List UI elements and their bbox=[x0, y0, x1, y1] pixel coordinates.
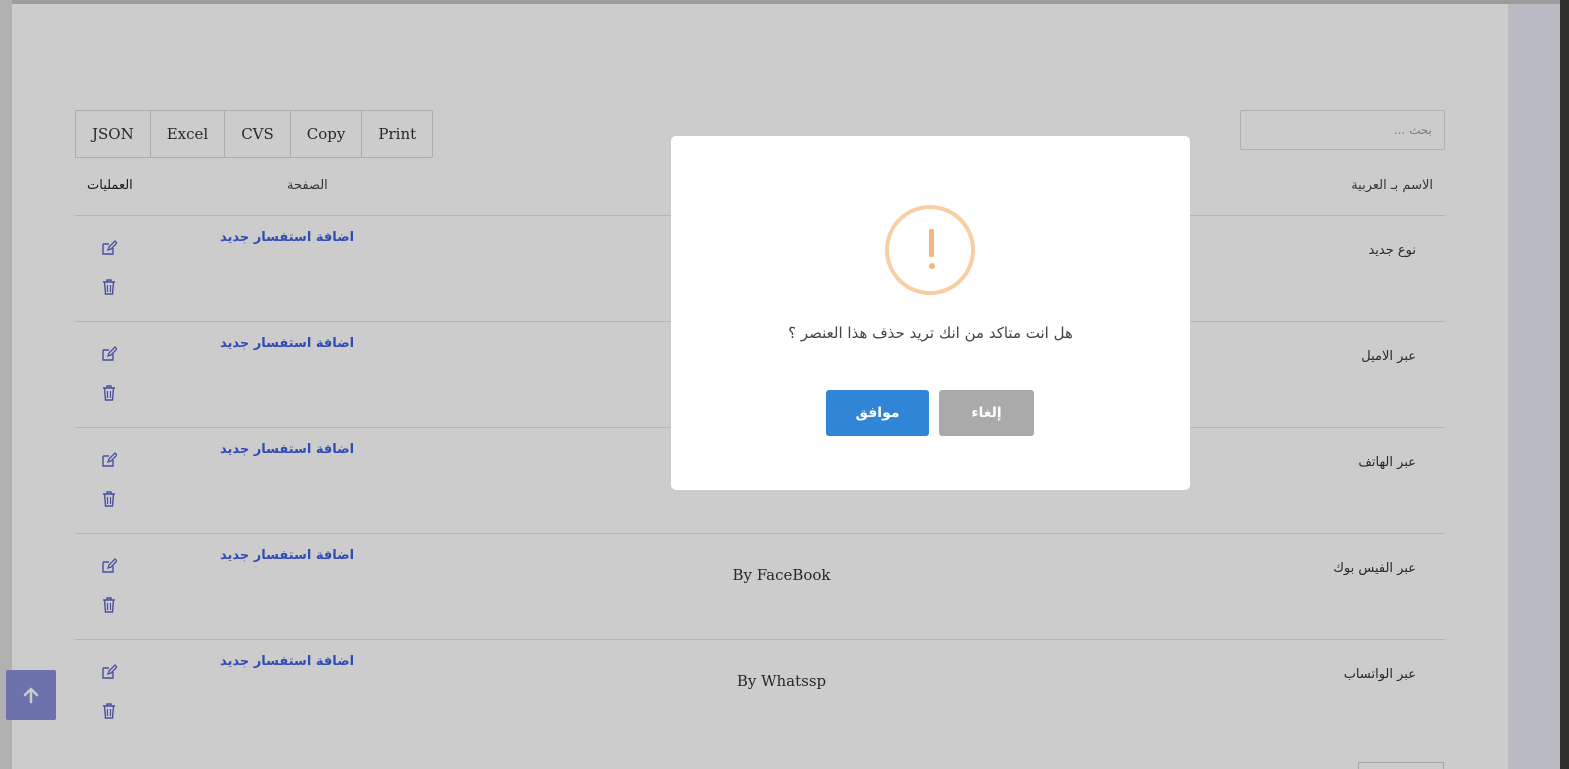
exclamation-bar bbox=[929, 229, 934, 257]
exclamation-dot bbox=[928, 263, 935, 269]
delete-confirm-dialog: هل انت متاكد من انك تريد حذف هذا العنصر … bbox=[671, 136, 1190, 490]
confirm-button[interactable]: موافق bbox=[826, 390, 929, 436]
cancel-button[interactable]: إلغاء bbox=[939, 390, 1034, 436]
dialog-message: هل انت متاكد من انك تريد حذف هذا العنصر … bbox=[788, 324, 1073, 342]
exclamation-icon bbox=[885, 205, 975, 295]
